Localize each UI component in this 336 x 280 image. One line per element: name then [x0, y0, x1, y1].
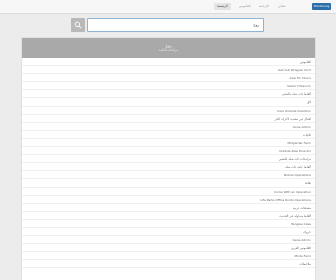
card-title: روح — [165, 43, 172, 48]
list-item[interactable]: Midgarder Ferni — [22, 139, 315, 148]
list-item[interactable]: Ireel Fin Doors — [22, 74, 315, 83]
list-item[interactable]: Gane Admin — [22, 236, 315, 245]
search-bar: روح — [71, 18, 264, 32]
list-item[interactable]: Get Out Wrapper Kind — [22, 66, 315, 75]
list-item[interactable]: القاموس العربي — [22, 244, 315, 253]
search-icon — [74, 21, 82, 29]
nav-item-translation[interactable]: الترجمة — [256, 3, 272, 10]
list-item[interactable]: حروف — [22, 228, 315, 237]
list-item[interactable]: Come With an Operation — [22, 188, 315, 196]
results-card: روح مرادفات الكلمة القاموس Get Out Wrappe… — [21, 37, 316, 280]
top-navbar: القاموس الترجمة معاني الرئيسية ShinKoong — [0, 0, 336, 14]
brand-logo[interactable]: ShinKoong — [312, 3, 331, 10]
result-list: القاموس Get Out Wrapper Kind Ireel Fin Doo… — [22, 58, 315, 269]
list-item[interactable]: Seterr Dhianorn — [22, 82, 315, 91]
list-item[interactable]: لاق — [22, 98, 315, 107]
list-item[interactable]: Life Parte Office Roots Operations — [22, 196, 315, 204]
list-item[interactable]: مرادفات ذات صلة بالتعبير — [22, 155, 315, 164]
list-item[interactable]: ألفاظ ذات صلة بالمعنى — [22, 90, 315, 99]
list-item[interactable]: ألفاظ عامة ذات صلة — [22, 163, 315, 172]
nav-item-home[interactable]: الرئيسية — [214, 3, 231, 10]
list-item[interactable]: ثقافة — [22, 179, 315, 188]
list-item[interactable]: القاموس — [22, 58, 315, 67]
list-item[interactable]: ألفاظ متداولة في الحديث — [22, 212, 315, 220]
list-item[interactable]: Mobile Operations — [22, 171, 315, 180]
nav-item-dictionary[interactable]: القاموس — [236, 3, 254, 10]
list-item[interactable]: Pangwe Case — [22, 220, 315, 228]
list-item[interactable]: Gone Admin — [22, 123, 315, 131]
list-item[interactable]: Outside Raw Director — [22, 147, 315, 156]
list-item[interactable]: مشتقات عربية — [22, 204, 315, 212]
list-item[interactable]: Care Outside Direction — [22, 107, 315, 115]
list-item[interactable]: ملاحظات — [22, 260, 315, 269]
search-button[interactable] — [71, 18, 85, 32]
list-item[interactable]: أفعال غير متعدية لأحرف الجر — [22, 115, 315, 123]
list-item[interactable]: ثلاثيات — [22, 131, 315, 139]
search-input[interactable]: روح — [87, 18, 264, 32]
card-subtitle: مرادفات الكلمة — [158, 48, 179, 52]
card-header: روح مرادفات الكلمة — [22, 38, 315, 58]
list-item[interactable]: Mode Ferni — [22, 252, 315, 261]
nav-item-meanings[interactable]: معاني — [275, 3, 289, 10]
